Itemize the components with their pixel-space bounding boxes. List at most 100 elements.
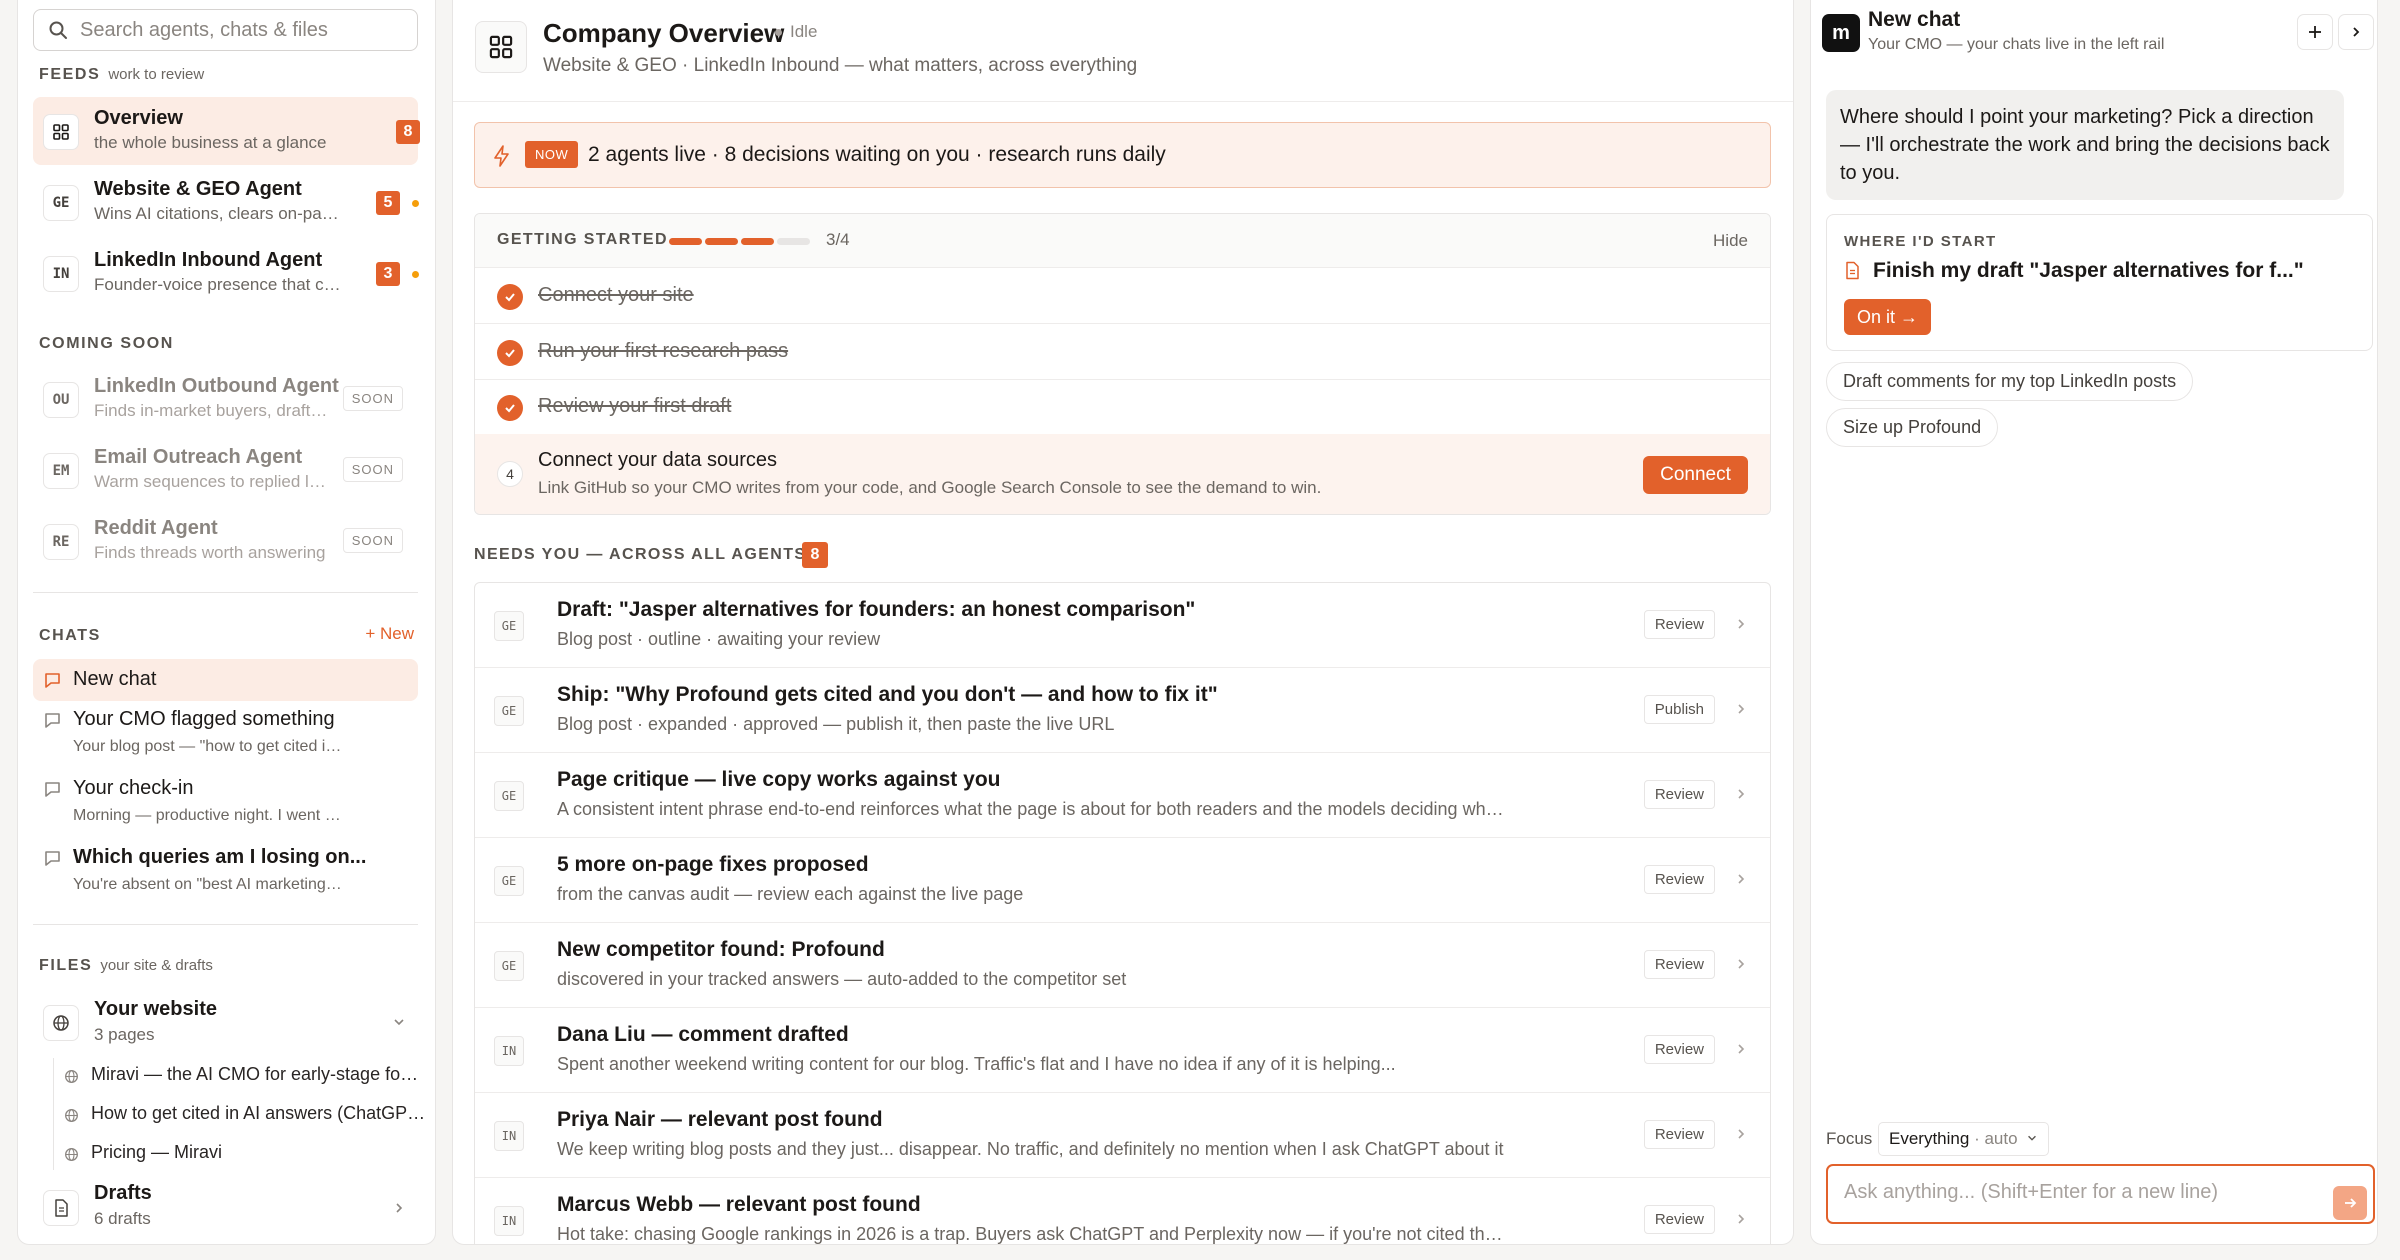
divider	[33, 924, 418, 925]
needs-count-badge: 8	[802, 542, 828, 568]
focus-select[interactable]: Everything · auto	[1878, 1122, 2050, 1156]
chat-bubble-icon	[45, 782, 60, 797]
needs-row[interactable]: GE 5 more on-page fixes proposed from th…	[475, 838, 1770, 923]
divider	[33, 592, 418, 593]
chat-item[interactable]: Which queries am I losing on... You're a…	[33, 844, 418, 906]
agent-tag: GE	[494, 781, 524, 811]
soon-item-name: Email Outreach Agent	[94, 446, 303, 468]
needs-row[interactable]: IN Dana Liu — comment drafted Spent anot…	[475, 1008, 1770, 1093]
new-chat-link[interactable]: + New	[365, 624, 414, 644]
connect-button[interactable]: Connect	[1643, 456, 1748, 494]
suggestion-chip[interactable]: Size up Profound	[1826, 408, 1999, 447]
tree-line	[53, 1058, 54, 1170]
needs-label: NEEDS YOU — ACROSS ALL AGENTS	[474, 546, 807, 563]
row-desc: from the canvas audit — review each agai…	[557, 884, 1024, 904]
review-button[interactable]: Review	[1643, 610, 1715, 639]
page-item[interactable]: Pricing — Miravi	[91, 1142, 426, 1163]
feed-item-linkedin-inbound-agent[interactable]: IN LinkedIn Inbound Agent Founder-voice …	[33, 239, 419, 307]
getting-started-card: GETTING STARTED 3/4 Hide Connect your si…	[474, 213, 1771, 515]
needs-list: GE Draft: "Jasper alternatives for found…	[474, 582, 1771, 1244]
row-desc: Hot take: chasing Google rankings in 202…	[557, 1224, 1507, 1244]
row-title: Ship: "Why Profound gets cited and you d…	[557, 683, 1218, 706]
agent-avatar: EM	[43, 453, 79, 489]
step-research-pass[interactable]: Run your first research pass	[475, 324, 1770, 380]
soon-item-desc: Warm sequences to replied leads	[94, 472, 329, 491]
agent-tag: IN	[494, 1121, 524, 1151]
review-button[interactable]: Review	[1643, 780, 1715, 809]
feed-item-overview[interactable]: Overview the whole business at a glance …	[33, 97, 420, 165]
chat-item-new-chat[interactable]: New chat	[33, 659, 418, 701]
website-folder[interactable]: Your website 3 pages	[33, 995, 418, 1051]
files-sublabel: your site & drafts	[100, 957, 213, 974]
collapse-panel-button[interactable]	[2338, 14, 2374, 50]
row-title: New competitor found: Profound	[557, 938, 885, 961]
needs-row[interactable]: IN Priya Nair — relevant post found We k…	[475, 1093, 1770, 1178]
document-icon	[43, 1190, 79, 1226]
chat-snippet: Your blog post — "how to get cited in AI…	[73, 738, 343, 755]
agent-tag: GE	[494, 611, 524, 641]
chat-item[interactable]: Your CMO flagged something Your blog pos…	[33, 706, 418, 768]
row-title: Dana Liu — comment drafted	[557, 1023, 849, 1046]
page-item[interactable]: How to get cited in AI answers (ChatGPT,…	[91, 1103, 426, 1124]
feed-item-website-geo-agent[interactable]: GE Website & GEO Agent Wins AI citations…	[33, 168, 419, 236]
agent-tag: GE	[494, 696, 524, 726]
website-title: Your website	[94, 998, 217, 1020]
row-desc: Blog post · outline · awaiting your revi…	[557, 629, 881, 649]
soon-item-desc: Finds threads worth answering	[94, 543, 326, 562]
suggestion-chip[interactable]: Draft comments for my top LinkedIn posts	[1826, 362, 2194, 401]
needs-row[interactable]: GE New competitor found: Profound discov…	[475, 923, 1770, 1008]
grid-icon	[43, 114, 79, 150]
step-connect-site[interactable]: Connect your site	[475, 268, 1770, 324]
chat-input[interactable]: Ask anything... (Shift+Enter for a new l…	[1826, 1164, 2375, 1224]
review-button[interactable]: Review	[1643, 1035, 1715, 1064]
needs-row[interactable]: IN Marcus Webb — relevant post found Hot…	[475, 1178, 1770, 1244]
review-button[interactable]: Review	[1643, 865, 1715, 894]
chat-item[interactable]: Your check-in Morning — productive night…	[33, 775, 418, 837]
step-review-draft[interactable]: Review your first draft	[475, 379, 1770, 435]
chevron-down-icon	[394, 1019, 404, 1026]
on-it-button[interactable]: On it →	[1844, 299, 1931, 335]
needs-row[interactable]: GE Ship: "Why Profound gets cited and yo…	[475, 668, 1770, 753]
needs-row[interactable]: GE Draft: "Jasper alternatives for found…	[475, 583, 1770, 668]
row-desc: Blog post · expanded · approved — publis…	[557, 714, 1115, 734]
agent-tag: IN	[494, 1036, 524, 1066]
row-desc: A consistent intent phrase end-to-end re…	[557, 799, 1507, 819]
step-title: Connect your data sources	[538, 449, 778, 471]
assistant-message: Where should I point your marketing? Pic…	[1826, 90, 2344, 200]
chevron-right-icon	[1738, 959, 1745, 969]
needs-row[interactable]: GE Page critique — live copy works again…	[475, 753, 1770, 838]
focus-label: Focus	[1826, 1129, 1873, 1148]
website-sub: 3 pages	[94, 1025, 155, 1044]
review-button[interactable]: Review	[1643, 950, 1715, 979]
arrow-right-icon	[2345, 1198, 2357, 1208]
check-icon	[497, 284, 523, 310]
activity-dot	[412, 271, 419, 278]
focus-mode: · auto	[1974, 1129, 2018, 1148]
progress-segment	[741, 238, 774, 245]
review-button[interactable]: Review	[1643, 1205, 1715, 1234]
drafts-sub: 6 drafts	[94, 1209, 151, 1228]
drafts-title: Drafts	[94, 1182, 152, 1204]
page-item[interactable]: Miravi — the AI CMO for early-stage foun…	[91, 1064, 426, 1085]
drafts-folder[interactable]: Drafts 6 drafts	[33, 1180, 418, 1236]
app-logo: m	[1822, 14, 1860, 52]
chat-bubble-icon	[45, 673, 60, 688]
chat-snippet: You're absent on "best AI marketing tool…	[73, 876, 343, 893]
grid-icon	[475, 21, 527, 73]
chevron-down-icon	[2028, 1135, 2037, 1141]
row-title: Marcus Webb — relevant post found	[557, 1193, 921, 1216]
plus-icon	[2309, 26, 2321, 38]
chat-title: Which queries am I losing on...	[73, 846, 367, 868]
publish-button[interactable]: Publish	[1643, 695, 1715, 724]
chevron-right-icon	[1738, 789, 1745, 799]
search-input[interactable]: Search agents, chats & files	[33, 9, 418, 51]
review-button[interactable]: Review	[1643, 1120, 1715, 1149]
feed-item-desc: the whole business at a glance	[94, 133, 327, 152]
row-title: Page critique — live copy works against …	[557, 768, 1001, 791]
document-icon	[1846, 261, 1859, 280]
step-connect-data-sources: 4 Connect your data sources Link GitHub …	[475, 434, 1770, 514]
page-title: Company Overview	[543, 18, 785, 48]
send-button[interactable]	[2333, 1186, 2367, 1220]
hide-button[interactable]: Hide	[1713, 231, 1748, 251]
new-chat-button[interactable]	[2297, 14, 2333, 50]
